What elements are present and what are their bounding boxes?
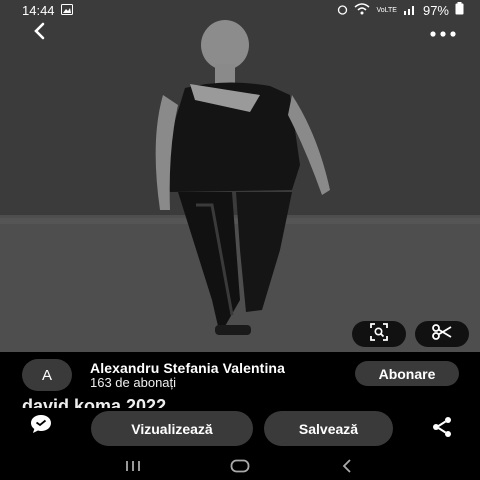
follow-button[interactable]: Abonare	[355, 361, 459, 386]
avatar[interactable]: A	[22, 359, 72, 391]
chevron-left-icon	[32, 22, 46, 45]
back-button[interactable]	[24, 22, 54, 44]
wifi-icon	[354, 2, 370, 18]
creator-name[interactable]: Alexandru Stefania Valentina	[90, 360, 285, 376]
cut-out-button[interactable]	[415, 321, 469, 347]
save-button[interactable]: Salvează	[264, 411, 393, 446]
volte-icon: VoLTE	[376, 6, 397, 14]
visual-search-icon	[370, 322, 388, 346]
alarm-icon	[337, 3, 348, 18]
more-horizontal-icon	[430, 24, 456, 42]
recents-icon	[125, 459, 141, 477]
share-icon	[431, 416, 453, 443]
gallery-notification-icon	[60, 3, 73, 18]
status-bar: 14:44 VoLTE 97%	[0, 0, 480, 20]
pin-image[interactable]	[0, 0, 480, 352]
scissors-icon	[432, 323, 452, 345]
share-button[interactable]	[427, 414, 457, 444]
battery-icon	[455, 2, 464, 18]
system-nav-bar	[0, 456, 480, 480]
home-icon	[230, 459, 250, 478]
visit-button[interactable]: Vizualizează	[91, 411, 253, 446]
battery-level: 97%	[422, 2, 449, 18]
more-options-button[interactable]	[428, 22, 458, 44]
nav-back-button[interactable]	[327, 458, 367, 478]
status-time: 14:44	[22, 2, 55, 18]
follower-count: 163 de abonați	[90, 375, 177, 390]
signal-icon	[403, 3, 417, 18]
comment-button[interactable]	[26, 411, 56, 441]
comment-icon	[30, 414, 52, 439]
back-icon	[341, 458, 353, 478]
recents-button[interactable]	[113, 458, 153, 478]
home-button[interactable]	[220, 458, 260, 478]
visual-search-button[interactable]	[352, 321, 406, 347]
avatar-initial: A	[41, 366, 52, 384]
